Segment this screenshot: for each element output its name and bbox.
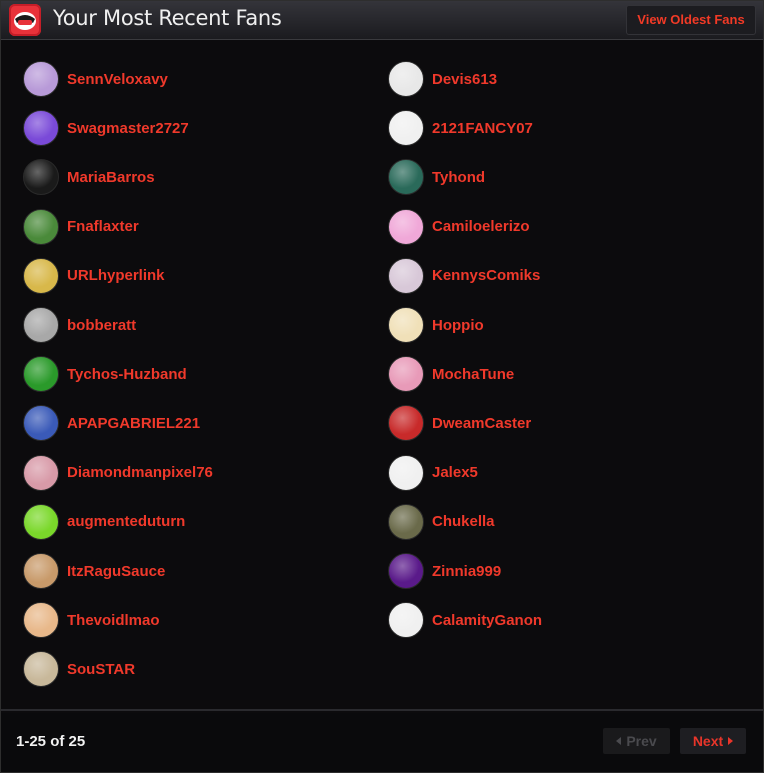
fan-avatar[interactable] (388, 553, 424, 589)
fan-name-link[interactable]: Swagmaster2727 (67, 120, 189, 137)
recent-fans-panel: Your Most Recent Fans View Oldest Fans S… (0, 0, 764, 773)
fan-name-link[interactable]: MariaBarros (67, 169, 155, 186)
panel-header: Your Most Recent Fans View Oldest Fans (1, 1, 763, 40)
fan-avatar[interactable] (388, 602, 424, 639)
fan-name-link[interactable]: MochaTune (432, 366, 514, 383)
fan-name-link[interactable]: DweamCaster (432, 415, 531, 432)
fan-avatar[interactable] (388, 503, 424, 540)
fan-avatar[interactable] (23, 503, 59, 540)
chevron-left-icon (616, 737, 622, 745)
fan-name-link[interactable]: Tychos-Huzband (67, 366, 187, 383)
fan-avatar[interactable] (23, 159, 59, 196)
fan-item[interactable]: augmenteduturn (23, 503, 185, 540)
site-logo-icon (9, 4, 41, 36)
fan-item[interactable]: Camiloelerizo (388, 208, 530, 245)
fan-avatar[interactable] (23, 110, 59, 147)
fan-avatar[interactable] (388, 454, 424, 491)
fan-item[interactable]: Devis613 (388, 61, 497, 97)
fan-avatar[interactable] (23, 307, 59, 343)
fan-avatar[interactable] (388, 257, 424, 294)
fan-item[interactable]: Hoppio (388, 307, 484, 343)
fan-list: SennVeloxavy Swagmaster2727 MariaBarros Fna… (1, 41, 763, 709)
fan-name-link[interactable]: augmenteduturn (67, 513, 185, 530)
page-title: Your Most Recent Fans (53, 6, 282, 30)
fan-avatar[interactable] (23, 553, 59, 589)
fan-item[interactable]: bobberatt (23, 307, 136, 343)
fan-name-link[interactable]: Jalex5 (432, 464, 478, 481)
next-page-button[interactable]: Next (680, 728, 746, 754)
fan-avatar[interactable] (388, 61, 424, 97)
pagination-footer: 1-25 of 25 Prev Next (1, 713, 763, 772)
fan-avatar[interactable] (23, 61, 59, 97)
fan-name-link[interactable]: Diamondmanpixel76 (67, 464, 213, 481)
fan-avatar[interactable] (23, 405, 59, 442)
fan-name-link[interactable]: APAPGABRIEL221 (67, 415, 200, 432)
fan-avatar[interactable] (23, 454, 59, 491)
fan-name-link[interactable]: Tyhond (432, 169, 485, 186)
chevron-right-icon (728, 737, 734, 745)
fan-item[interactable]: ItzRaguSauce (23, 553, 165, 589)
fan-item[interactable]: MariaBarros (23, 159, 155, 196)
fan-avatar[interactable] (388, 356, 424, 393)
fan-item[interactable]: Fnaflaxter (23, 208, 139, 245)
fan-name-link[interactable]: Hoppio (432, 317, 484, 334)
fan-item[interactable]: Diamondmanpixel76 (23, 454, 213, 491)
fan-item[interactable]: Tychos-Huzband (23, 356, 187, 393)
view-oldest-fans-button[interactable]: View Oldest Fans (626, 5, 756, 35)
fan-name-link[interactable]: Devis613 (432, 71, 497, 88)
fan-avatar[interactable] (23, 651, 59, 688)
fan-name-link[interactable]: KennysComiks (432, 267, 540, 284)
fan-item[interactable]: DweamCaster (388, 405, 531, 442)
fan-avatar[interactable] (23, 257, 59, 294)
fan-item[interactable]: SennVeloxavy (23, 61, 168, 97)
fan-name-link[interactable]: SennVeloxavy (67, 71, 168, 88)
fan-name-link[interactable]: CalamityGanon (432, 612, 542, 629)
fan-name-link[interactable]: Thevoidlmao (67, 612, 160, 629)
fan-avatar[interactable] (23, 356, 59, 393)
fan-avatar[interactable] (388, 307, 424, 343)
fan-item[interactable]: Zinnia999 (388, 553, 501, 589)
fan-name-link[interactable]: ItzRaguSauce (67, 563, 165, 580)
fan-name-link[interactable]: 2121FANCY07 (432, 120, 533, 137)
result-count: 1-25 of 25 (16, 733, 86, 750)
footer-divider (1, 709, 763, 711)
fan-name-link[interactable]: Camiloelerizo (432, 218, 530, 235)
fan-avatar[interactable] (23, 602, 59, 639)
fan-name-link[interactable]: Zinnia999 (432, 563, 501, 580)
fan-avatar[interactable] (388, 159, 424, 196)
prev-page-button: Prev (603, 728, 670, 754)
fan-name-link[interactable]: SouSTAR (67, 661, 135, 678)
fan-item[interactable]: Jalex5 (388, 454, 478, 491)
fan-item[interactable]: Thevoidlmao (23, 602, 160, 639)
fan-avatar[interactable] (388, 405, 424, 442)
fan-item[interactable]: MochaTune (388, 356, 514, 393)
fan-item[interactable]: Chukella (388, 503, 495, 540)
fan-name-link[interactable]: bobberatt (67, 317, 136, 334)
fan-item[interactable]: KennysComiks (388, 257, 540, 294)
fan-avatar[interactable] (23, 208, 59, 245)
fan-item[interactable]: 2121FANCY07 (388, 110, 533, 147)
fan-avatar[interactable] (388, 110, 424, 147)
fan-avatar[interactable] (388, 208, 424, 245)
fan-item[interactable]: Tyhond (388, 159, 485, 196)
fan-item[interactable]: CalamityGanon (388, 602, 542, 639)
fan-item[interactable]: SouSTAR (23, 651, 135, 688)
prev-label: Prev (626, 733, 657, 749)
next-label: Next (692, 733, 724, 749)
fan-name-link[interactable]: Fnaflaxter (67, 218, 139, 235)
fan-name-link[interactable]: Chukella (432, 513, 495, 530)
fan-item[interactable]: APAPGABRIEL221 (23, 405, 200, 442)
fan-item[interactable]: URLhyperlink (23, 257, 165, 294)
fan-name-link[interactable]: URLhyperlink (67, 267, 165, 284)
fan-item[interactable]: Swagmaster2727 (23, 110, 189, 147)
